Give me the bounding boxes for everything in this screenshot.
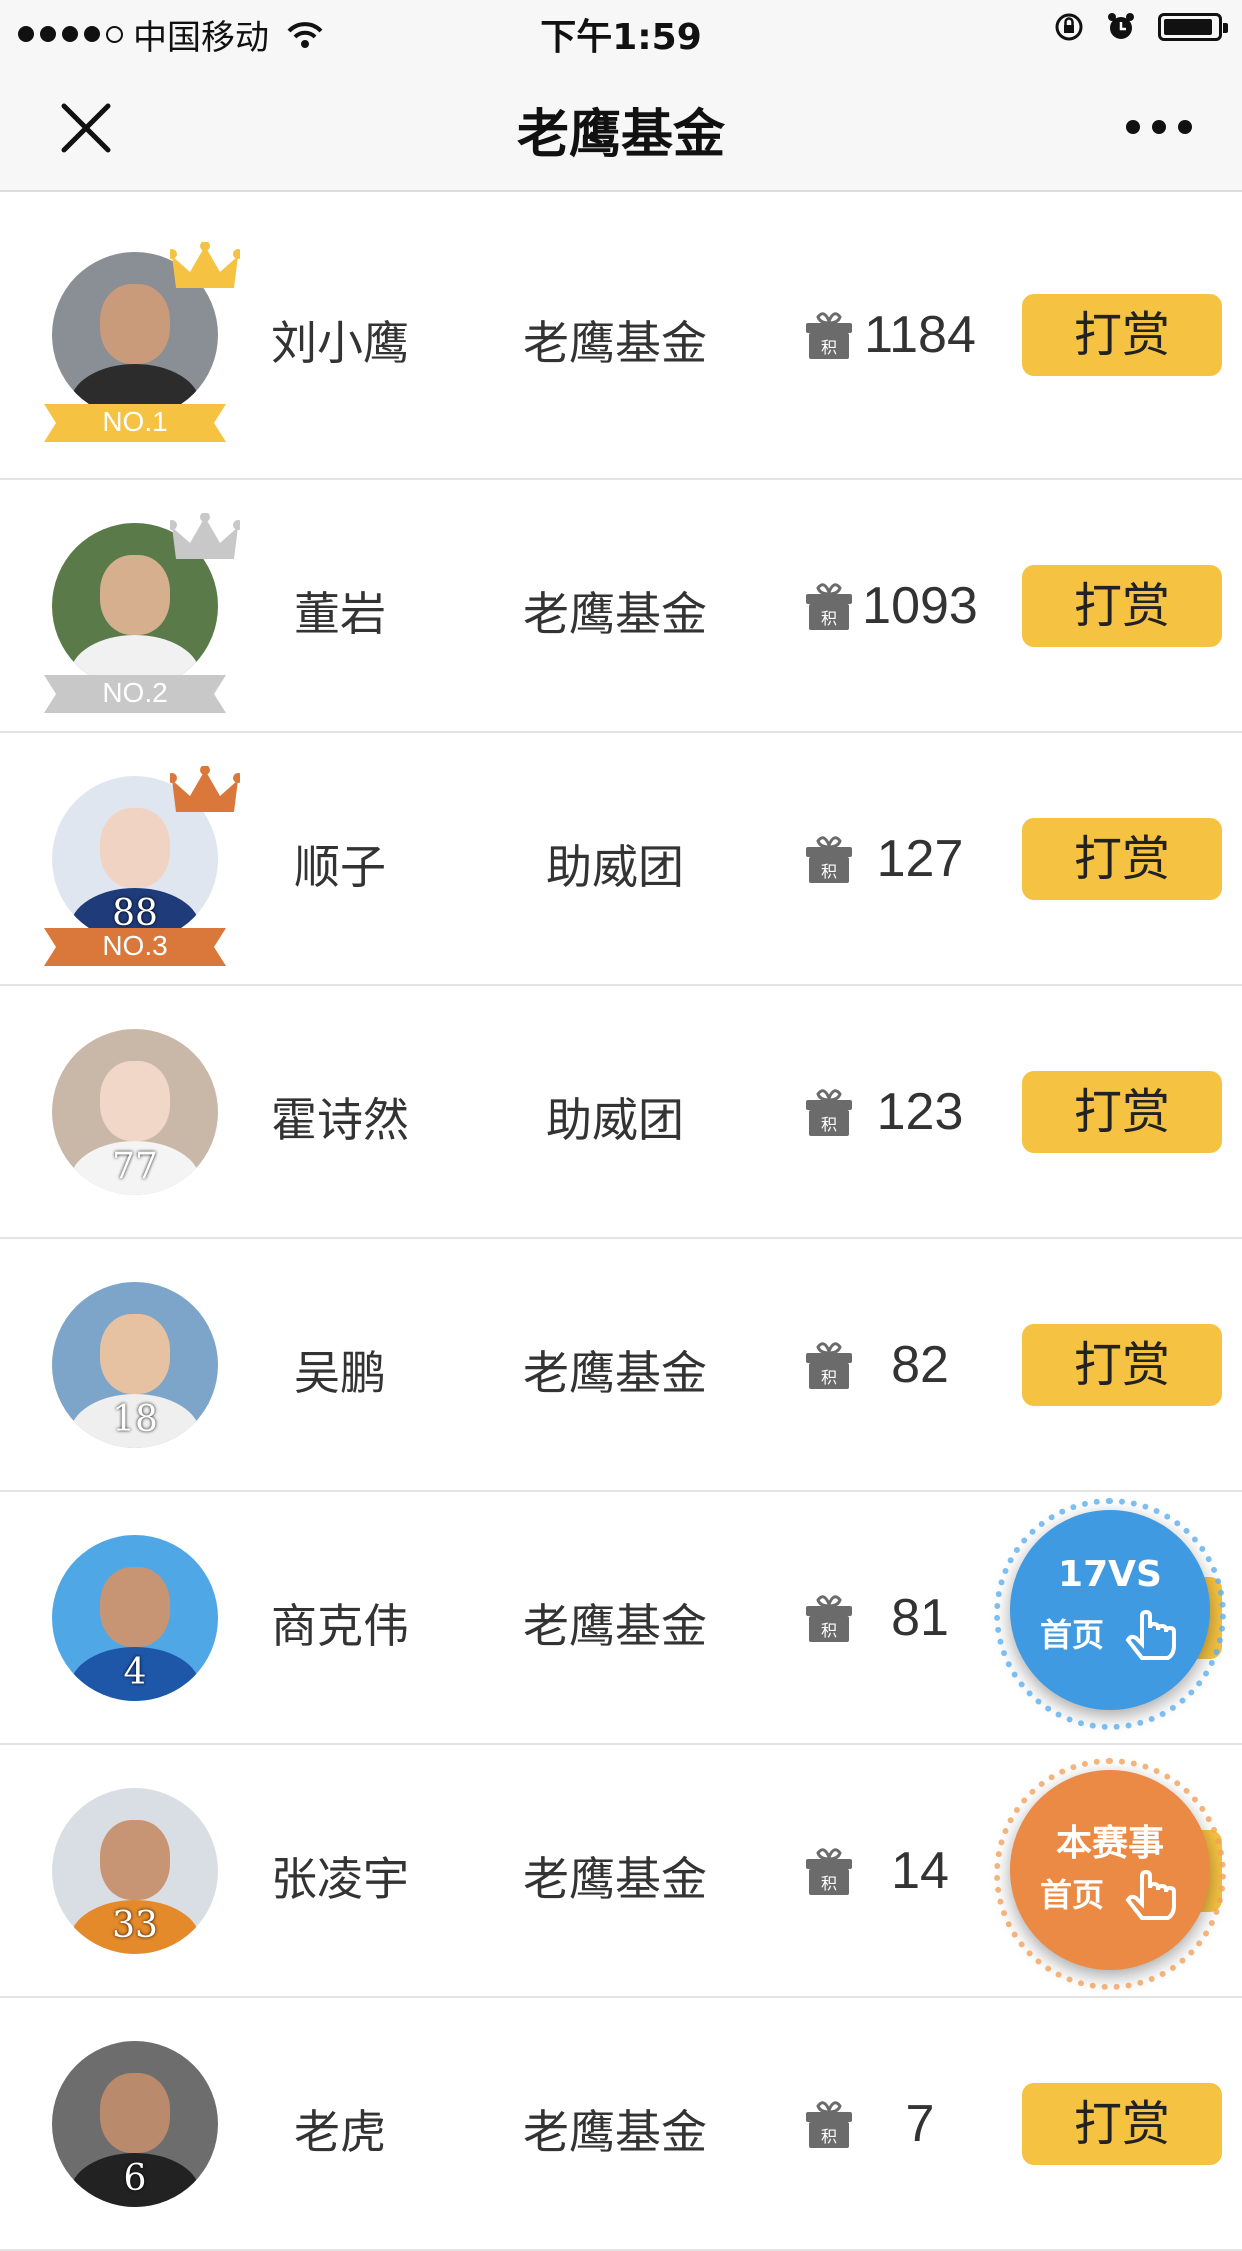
points-value: 127 [876,829,964,888]
svg-text:积: 积 [821,1368,837,1387]
player-name: 商克伟 [271,1598,409,1653]
rank-badge-label: NO.2 [102,676,168,708]
rank-badge-label: NO.3 [102,929,168,961]
team-name: 助威团 [546,1092,684,1147]
list-item: NO.2 董岩 老鹰基金 积 1093 打赏 [0,480,1242,733]
svg-text:积: 积 [821,609,837,628]
event-home-float-button[interactable]: 本赛事 首页 [994,1758,1226,1990]
rank-badge-label: NO.1 [102,406,168,437]
navigation-bar: 老鹰基金 [0,62,1242,192]
svg-text:积: 积 [821,2127,837,2146]
points-value: 14 [891,1841,949,1900]
event-home-line2: 首页 [1040,1876,1105,1914]
crown-icon [170,242,240,288]
event-home-line1: 本赛事 [1055,1823,1164,1864]
reward-button[interactable]: 打赏 [1022,1323,1222,1406]
jersey-number: 18 [112,1398,158,1440]
gift-points-icon: 积 [806,1594,852,1642]
battery-icon [1158,13,1228,41]
player-name: 老虎 [294,2104,386,2159]
gift-points-icon: 积 [806,1088,852,1136]
svg-text:积: 积 [821,862,837,881]
team-name: 老鹰基金 [523,586,707,641]
avatar[interactable]: NO.2 [44,512,240,713]
list-item: 18 吴鹏 老鹰基金 积 82 打赏 [0,1239,1242,1492]
player-name: 顺子 [294,839,386,894]
reward-button[interactable]: 打赏 [1022,2082,1222,2165]
rank-ribbon: NO.1 [44,400,226,446]
site-home-line1: 17VS [1058,1554,1162,1595]
gift-points-icon: 积 [806,2100,852,2148]
page-title: 老鹰基金 [516,105,725,165]
list-item: 6 老虎 老鹰基金 积 7 打赏 [0,1998,1242,2251]
points-value: 123 [876,1082,964,1141]
svg-text:积: 积 [821,338,837,357]
reward-button[interactable]: 打赏 [1022,564,1222,647]
list-item: NO.1 刘小鹰 老鹰基金 积 1184 打赏 [0,192,1242,480]
jersey-number: 33 [112,1904,158,1946]
avatar[interactable]: 33 [52,1787,218,1954]
svg-text:积: 积 [821,1874,837,1893]
points-value: 7 [905,2094,935,2153]
points-value: 1184 [864,306,976,364]
more-icon[interactable] [1126,120,1192,134]
svg-text:积: 积 [821,1115,837,1134]
points-value: 82 [891,1335,949,1394]
reward-button[interactable]: 打赏 [1022,1070,1222,1153]
team-name: 老鹰基金 [523,2104,707,2159]
avatar[interactable]: 4 [52,1534,218,1701]
player-name: 刘小鹰 [271,316,409,370]
gift-points-icon: 积 [806,1341,852,1389]
gift-points-icon: 积 [806,835,852,883]
avatar[interactable]: 18 [52,1281,218,1448]
gift-points-icon: 积 [806,582,852,630]
gift-points-icon: 积 [806,312,852,359]
rank-ribbon: NO.2 [44,671,226,717]
team-name: 老鹰基金 [523,1345,707,1400]
list-item: 77 霍诗然 助威团 积 123 打赏 [0,986,1242,1239]
points-value: 1093 [862,576,978,635]
player-name: 霍诗然 [271,1092,409,1147]
alarm-icon [1108,13,1134,39]
jersey-number: 77 [112,1145,158,1187]
tap-hand-icon [1125,1609,1176,1660]
jersey-number: 4 [123,1651,147,1693]
rank-ribbon: NO.3 [44,924,226,970]
tap-hand-icon [1125,1869,1176,1920]
site-home-line2: 首页 [1040,1616,1105,1654]
team-name: 老鹰基金 [523,1598,707,1653]
avatar[interactable]: 77 [52,1028,218,1195]
reward-button[interactable]: 打赏 [1022,817,1222,900]
team-name: 老鹰基金 [523,1851,707,1906]
avatar[interactable]: 6 [52,2040,218,2207]
crown-icon [170,512,240,559]
avatar[interactable]: NO.1 [44,242,240,442]
status-bar: 中国移动 下午1:59 [0,0,1242,62]
team-name: 老鹰基金 [523,316,707,370]
status-right [1054,12,1228,42]
points-value: 81 [891,1588,949,1647]
team-name: 助威团 [546,839,684,894]
list-item: 88 NO.3 顺子 助威团 积 127 打赏 [0,733,1242,986]
player-name: 董岩 [294,586,386,641]
avatar[interactable]: 88 NO.3 [44,765,240,966]
svg-text:积: 积 [821,1621,837,1640]
reward-button[interactable]: 打赏 [1022,294,1222,376]
jersey-number: 6 [123,2157,147,2199]
rotation-lock-icon [1055,13,1083,41]
player-name: 吴鹏 [294,1345,386,1400]
crown-icon [170,765,240,812]
site-home-float-button[interactable]: 17VS 首页 [994,1498,1226,1730]
gift-points-icon: 积 [806,1847,852,1895]
player-name: 张凌宇 [271,1851,409,1906]
